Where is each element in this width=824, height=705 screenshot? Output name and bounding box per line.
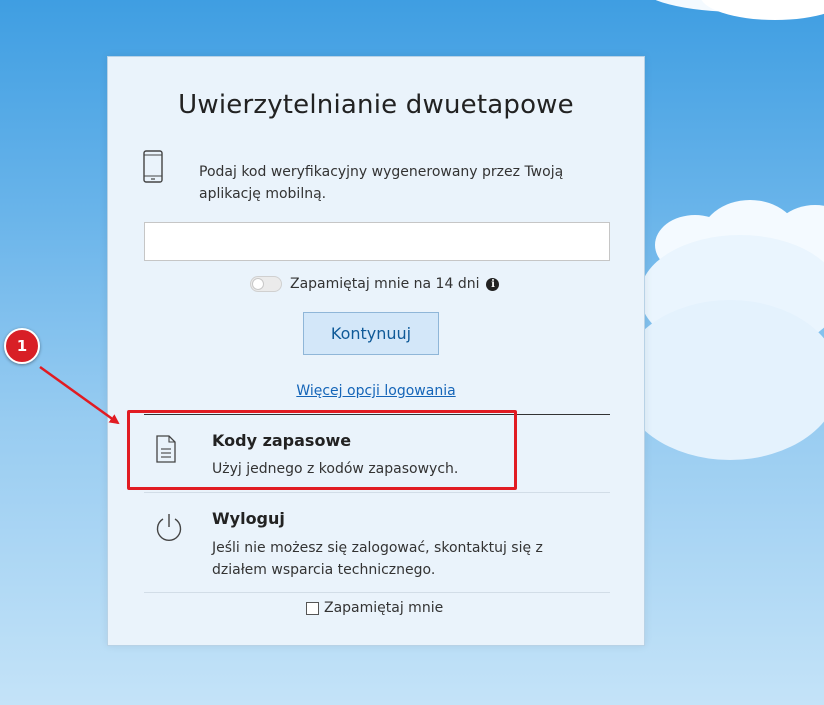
annotation-arrow: [39, 365, 120, 425]
annotation-badge: 1: [4, 328, 40, 364]
